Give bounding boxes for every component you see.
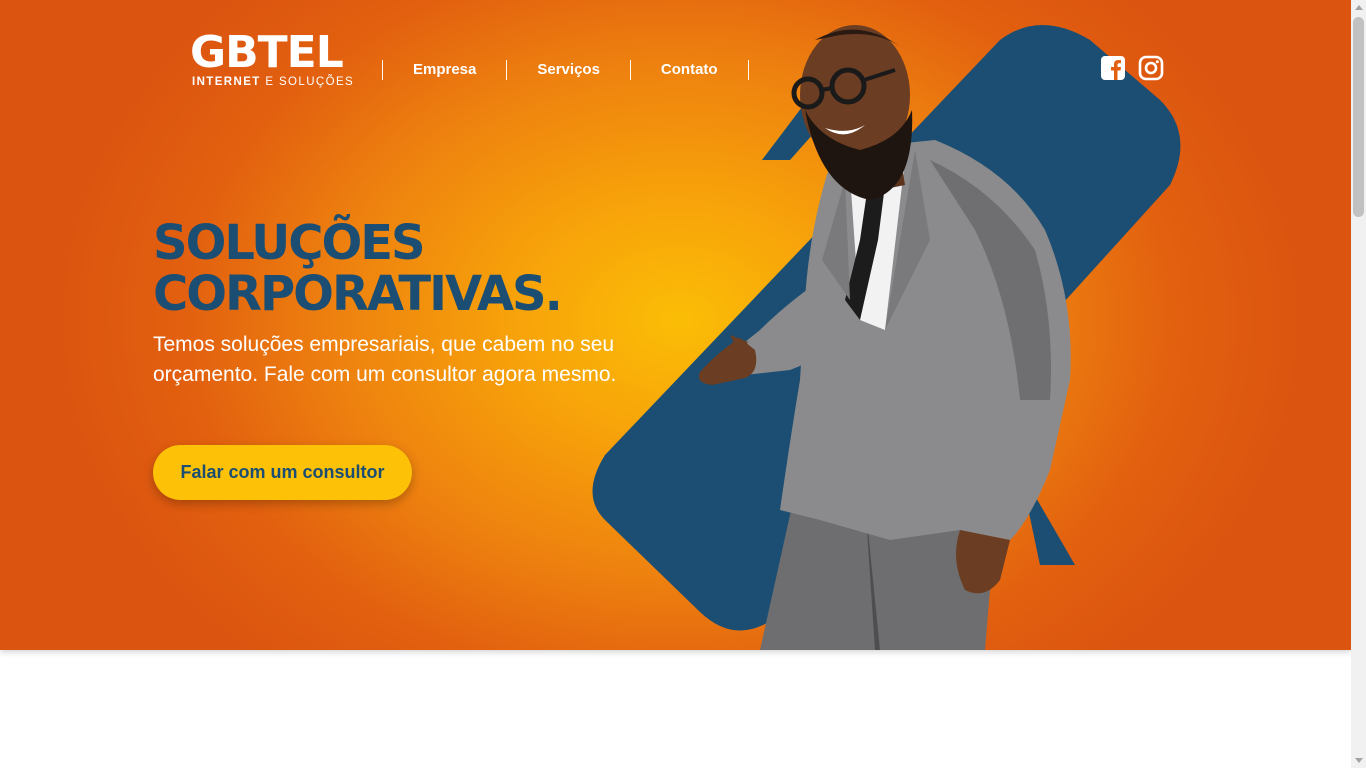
logo-wordmark: GBTEL xyxy=(190,27,344,78)
hero-section: GBTEL INTERNET E SOLUÇÕES Empresa Serviç… xyxy=(0,0,1351,650)
page: GBTEL INTERNET E SOLUÇÕES Empresa Serviç… xyxy=(0,0,1351,768)
scroll-up-icon[interactable] xyxy=(1355,5,1363,10)
hero-graphic xyxy=(592,25,1181,650)
logo-tagline-bold: INTERNET xyxy=(192,76,261,88)
hero-subtitle: Temos soluções empresariais, que cabem n… xyxy=(153,333,617,386)
nav-item-contato[interactable]: Contato xyxy=(631,60,748,80)
nav-separator xyxy=(629,60,631,80)
talk-to-consultant-button[interactable]: Falar com um consultor xyxy=(153,445,412,500)
headline-line-1: SOLUÇÕES xyxy=(153,215,426,271)
facebook-icon[interactable] xyxy=(1100,55,1126,81)
scroll-down-icon[interactable] xyxy=(1355,758,1363,763)
social-links xyxy=(1100,55,1164,81)
nav-item-servicos[interactable]: Serviços xyxy=(507,60,630,80)
instagram-icon[interactable] xyxy=(1138,55,1164,81)
nav-item-empresa[interactable]: Empresa xyxy=(383,60,506,80)
vertical-scrollbar[interactable] xyxy=(1351,0,1366,768)
scrollbar-thumb[interactable] xyxy=(1353,17,1364,217)
logo-tagline: INTERNET E SOLUÇÕES xyxy=(192,76,354,88)
nav-separator xyxy=(382,60,383,80)
main-nav: Empresa Serviços Contato xyxy=(382,60,749,80)
logo[interactable]: GBTEL INTERNET E SOLUÇÕES xyxy=(190,28,360,92)
headline-line-2: CORPORATIVAS. xyxy=(153,266,563,322)
nav-separator xyxy=(506,60,508,80)
hero-headline: SOLUÇÕES CORPORATIVAS. xyxy=(153,215,563,322)
logo-tagline-rest: E SOLUÇÕES xyxy=(265,76,355,88)
nav-separator xyxy=(747,60,749,80)
